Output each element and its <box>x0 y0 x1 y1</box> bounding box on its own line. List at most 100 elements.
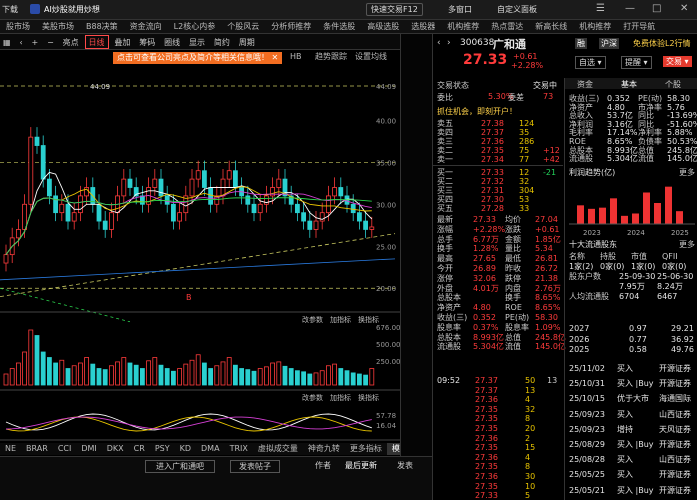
display-button[interactable]: 显示 <box>186 36 208 50</box>
candle-body <box>3 254 9 264</box>
indicator-tab[interactable]: 模板 <box>386 443 400 455</box>
grid-icon[interactable]: ▦ <box>0 36 14 50</box>
indicator-tab[interactable]: KD <box>175 443 196 455</box>
banner-close-icon[interactable]: ✕ <box>272 53 279 62</box>
buy-level-label: 买二 <box>437 177 453 186</box>
buy-volume: 32 <box>519 177 530 186</box>
volume-pane-tab[interactable]: 换指标 <box>358 315 379 324</box>
signal-marker: B <box>186 293 192 302</box>
maximize-icon[interactable]: □ <box>652 3 661 14</box>
indicator-tab[interactable]: CCI <box>53 443 77 455</box>
indicator-tab[interactable]: NE <box>0 443 21 455</box>
indicator-tab[interactable]: 神奇九转 <box>303 443 345 455</box>
circle-line-button[interactable]: 圈线 <box>161 36 183 50</box>
nav-item[interactable]: 选股器 <box>405 20 441 33</box>
nav-item[interactable]: L2核心内参 <box>168 20 222 33</box>
volume-bar <box>325 365 331 386</box>
volume-bar <box>71 365 77 386</box>
volume-bar <box>276 361 282 386</box>
profit-more-link[interactable]: 更多 <box>679 167 695 178</box>
quote-label: 最低 <box>505 254 521 264</box>
indicator-tab[interactable]: TRIX <box>225 443 253 455</box>
simplify-button[interactable]: 简约 <box>211 36 233 50</box>
publish-sort[interactable]: 发表 <box>397 460 413 471</box>
post-button[interactable]: 发表帖子 <box>230 460 280 473</box>
quote-value: +0.61 <box>535 224 560 234</box>
candle-body <box>313 220 319 230</box>
holders-more-link[interactable]: 更多 <box>679 239 695 250</box>
highlight-button[interactable]: 亮点 <box>60 36 82 50</box>
chip-button[interactable]: 筹码 <box>136 36 158 50</box>
company-info-banner[interactable]: 点击可查看公司亮点及简介等相关信息哦！ ✕ <box>113 52 283 64</box>
indicator-tab[interactable]: BRAR <box>21 443 53 455</box>
indicator-tab[interactable]: 虚拟成交量 <box>253 443 303 455</box>
nav-item[interactable]: 机构推荐 <box>573 20 617 33</box>
nav-item[interactable]: 资金流向 <box>124 20 168 33</box>
volume-pane-tab[interactable]: 改参数 <box>302 315 323 324</box>
side-scrollbar[interactable] <box>400 34 432 456</box>
nav-item[interactable]: 热点雷达 <box>485 20 529 33</box>
quick-trade-button[interactable]: 快速交易F12 <box>366 3 423 16</box>
nav-item[interactable]: 打开导航 <box>617 20 661 33</box>
quote-value: 4.80 <box>473 303 491 313</box>
chart-tab[interactable]: HB <box>290 52 302 61</box>
holder-row-label: 股东户数 <box>569 272 601 281</box>
quote-value: 21.38 <box>535 273 558 283</box>
volume-pane-tab[interactable]: 加指标 <box>330 315 351 324</box>
indicator-tab[interactable]: PSY <box>150 443 175 455</box>
nav-item[interactable]: 个股风云 <box>221 20 265 33</box>
nav-item[interactable]: 美股市场 <box>36 20 80 33</box>
kline-chart[interactable]: HB 趋势跟踪 设置均线 44.09 40.00 35.00 30.00 25.00 20.00… <box>0 50 400 456</box>
rating-date: 25/11/02 <box>569 364 605 373</box>
candle-body <box>127 178 133 188</box>
nav-item[interactable]: 条件选股 <box>317 20 361 33</box>
candle-body <box>78 195 83 214</box>
nav-item[interactable]: 新高长线 <box>529 20 573 33</box>
chart-tab[interactable]: 设置均线 <box>355 51 387 61</box>
macd-pane-tab[interactable]: 改参数 <box>302 393 323 402</box>
volume-bar <box>59 359 65 386</box>
volume-bar <box>78 362 83 386</box>
buy-level-label: 买三 <box>437 186 453 195</box>
nav-item[interactable]: 分析师推荐 <box>265 20 317 33</box>
holders-sub: 1家(2) <box>569 262 594 271</box>
period-button[interactable]: 周期 <box>236 36 258 50</box>
buy-level-label: 买五 <box>437 204 453 213</box>
nav-item[interactable]: B88决策 <box>80 20 124 33</box>
day-period-button[interactable]: 日线 <box>84 35 109 49</box>
chart-tab[interactable]: 趋势跟踪 <box>315 51 347 61</box>
nav-item[interactable]: 机构推荐 <box>441 20 485 33</box>
macd-pane-tab[interactable]: 换指标 <box>358 393 379 402</box>
candle-body <box>363 220 369 230</box>
customize-panel-button[interactable]: 自定义面板 <box>497 4 537 15</box>
nav-item[interactable]: 高级选股 <box>361 20 405 33</box>
plus-icon[interactable]: + <box>29 36 42 50</box>
indicator-tab[interactable]: DKX <box>102 443 129 455</box>
macd-pane-tab[interactable]: 加指标 <box>330 393 351 402</box>
tick-volume: 20 <box>525 424 536 433</box>
close-icon[interactable]: ✕ <box>680 3 688 14</box>
profit-bar <box>577 205 584 224</box>
forum-enter-button[interactable]: 进入广和通吧 <box>145 460 215 473</box>
indicator-tab[interactable]: DMI <box>76 443 101 455</box>
candle-body <box>96 203 102 222</box>
ai-promo-link[interactable]: AI炒股就用炒想 <box>44 4 100 15</box>
tick-volume: 15 <box>525 443 536 453</box>
fund-label: 流值 <box>638 154 654 164</box>
indicator-tab[interactable]: CR <box>129 443 150 455</box>
candle-body <box>332 187 338 197</box>
nav-item[interactable]: 股市场 <box>0 20 36 33</box>
indicator-tab[interactable]: 更多指标 <box>345 443 387 455</box>
price-axis-label: 30.00 <box>376 201 396 209</box>
latest-update-sort[interactable]: 最后更新 <box>345 460 377 471</box>
menu-icon[interactable]: ☰ <box>596 3 605 14</box>
multi-window-button[interactable]: 多窗口 <box>448 4 472 15</box>
download-link[interactable]: 下载 <box>2 4 18 15</box>
volume-bar <box>245 369 251 386</box>
prev-icon[interactable]: ‹ <box>16 36 25 50</box>
open-account-ad[interactable]: 抓住机会，即刻开户！ <box>437 106 517 117</box>
minimize-icon[interactable]: — <box>625 3 635 14</box>
overlay-button[interactable]: 叠加 <box>111 36 133 50</box>
indicator-tab[interactable]: DMA <box>196 443 225 455</box>
minus-icon[interactable]: − <box>44 36 57 50</box>
